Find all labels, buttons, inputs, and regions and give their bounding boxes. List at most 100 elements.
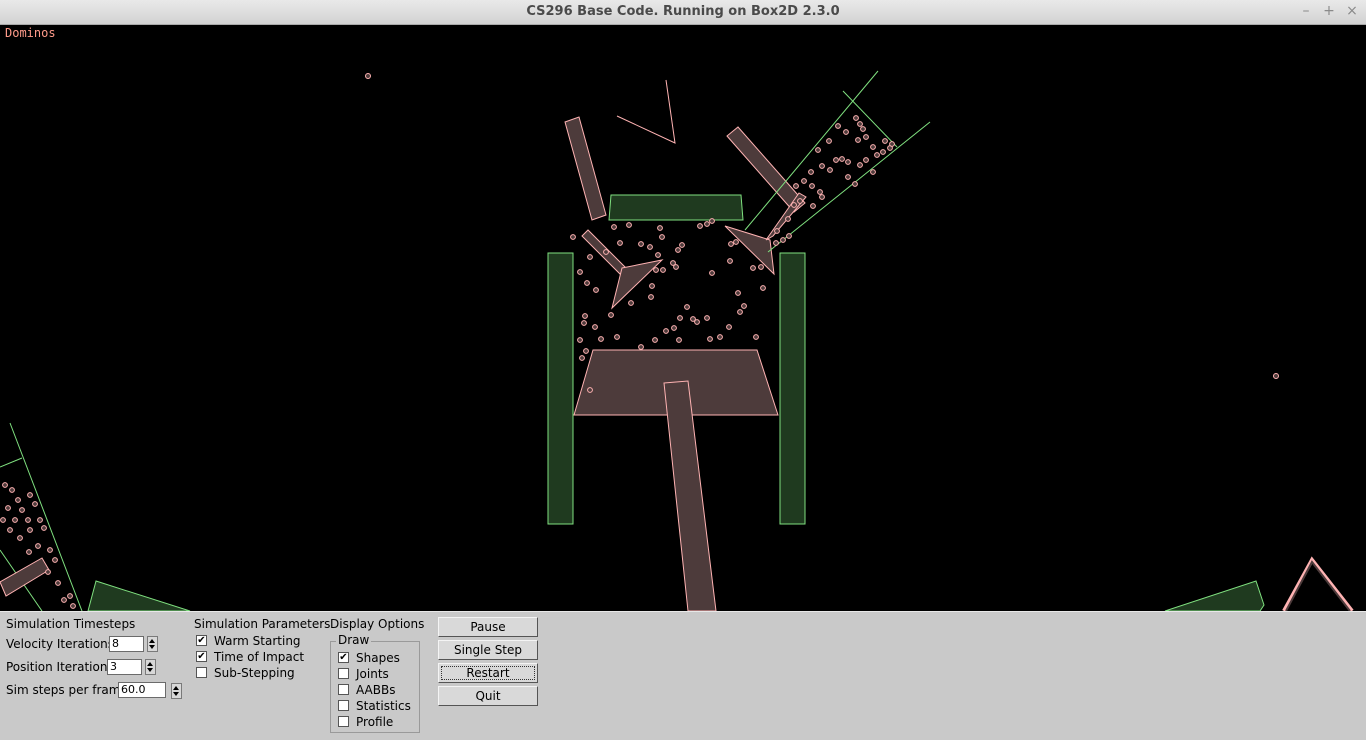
particle: [0, 517, 6, 523]
position-iterations-input[interactable]: 3: [107, 659, 142, 675]
particle: [793, 183, 799, 189]
particle: [2, 482, 8, 488]
particle: [675, 247, 681, 253]
particle: [583, 348, 589, 354]
particle: [45, 569, 51, 575]
checkbox-box[interactable]: [338, 684, 349, 695]
particle: [26, 549, 32, 555]
maximize-icon[interactable]: +: [1321, 3, 1337, 19]
particle: [653, 267, 659, 273]
particle: [598, 336, 604, 342]
particle: [659, 234, 665, 240]
close-icon[interactable]: ×: [1344, 3, 1360, 19]
chute-particle-cluster: [773, 115, 895, 246]
checkbox-box[interactable]: ✔: [338, 652, 349, 663]
particle: [25, 517, 31, 523]
particle: [717, 334, 723, 340]
restart-button[interactable]: Restart: [438, 663, 538, 683]
particle: [32, 501, 38, 507]
particle: [5, 505, 11, 511]
particle: [611, 224, 617, 230]
velocity-iterations-label: Velocity Iterations: [6, 637, 115, 651]
particle: [587, 254, 593, 260]
particle: [786, 233, 792, 239]
particle: [577, 269, 583, 275]
particle: [889, 141, 895, 147]
particle: [704, 221, 710, 227]
particle: [809, 183, 815, 189]
chute-line-3: [842, 90, 898, 148]
particle: [663, 328, 669, 334]
velocity-iterations-input[interactable]: 8: [109, 636, 144, 652]
particle: [638, 344, 644, 350]
timesteps-heading: Simulation Timesteps: [6, 617, 136, 631]
particle: [570, 234, 576, 240]
particle: [579, 355, 585, 361]
particle: [707, 336, 713, 342]
checkbox-label: Warm Starting: [214, 634, 301, 648]
particle: [577, 337, 583, 343]
particle: [709, 218, 715, 224]
sim-steps-spinner[interactable]: [171, 683, 182, 699]
particle: [657, 225, 663, 231]
right-paddle-triangle: [724, 225, 775, 276]
right-v-frame: [1282, 556, 1354, 611]
left-chute-line-2: [0, 457, 23, 468]
particle: [593, 287, 599, 293]
particle: [857, 121, 863, 127]
checkbox-box[interactable]: ✔: [196, 635, 207, 646]
minimize-icon[interactable]: –: [1298, 3, 1314, 19]
single-step-button[interactable]: Single Step: [438, 640, 538, 660]
particle: [863, 134, 869, 140]
particle: [61, 597, 67, 603]
particle: [860, 126, 866, 132]
pause-button[interactable]: Pause: [438, 617, 538, 637]
checkbox-box[interactable]: [338, 668, 349, 679]
particle: [853, 115, 859, 121]
control-panel: Simulation Timesteps Velocity Iterations…: [0, 611, 1366, 740]
particle: [727, 258, 733, 264]
title-bar: CS296 Base Code. Running on Box2D 2.3.0 …: [0, 0, 1366, 25]
top-platform: [608, 194, 744, 221]
checkbox-box[interactable]: [196, 667, 207, 678]
particle: [857, 162, 863, 168]
particle: [753, 334, 759, 340]
particle: [773, 240, 779, 246]
particle: [704, 315, 710, 321]
particle: [684, 304, 690, 310]
quit-button[interactable]: Quit: [438, 686, 538, 706]
position-iterations-label: Position Iterations: [6, 660, 114, 674]
checkbox-box[interactable]: [338, 716, 349, 727]
particle: [827, 167, 833, 173]
particle: [839, 156, 845, 162]
particle: [845, 174, 851, 180]
particle: [37, 517, 43, 523]
checkbox-label: Profile: [356, 715, 394, 729]
draw-group-label: Draw: [336, 633, 372, 647]
particle: [41, 525, 47, 531]
right-ground-slab: [1164, 580, 1265, 611]
simulation-canvas[interactable]: Dominos: [0, 25, 1366, 611]
particle: [660, 267, 666, 273]
particle: [882, 138, 888, 144]
checkbox-box[interactable]: [338, 700, 349, 711]
particle: [750, 265, 756, 271]
particle: [47, 547, 53, 553]
particle: [791, 202, 797, 208]
particle: [617, 240, 623, 246]
particle: [709, 270, 715, 276]
particle: [728, 241, 734, 247]
test-name-label: Dominos: [5, 26, 56, 40]
position-iterations-spinner[interactable]: [145, 659, 156, 675]
velocity-iterations-spinner[interactable]: [147, 636, 158, 652]
particle: [649, 283, 655, 289]
particle: [27, 492, 33, 498]
particle: [27, 527, 33, 533]
sim-steps-input[interactable]: 60.0: [118, 682, 166, 698]
particle: [12, 517, 18, 523]
particle: [17, 535, 23, 541]
particle: [870, 144, 876, 150]
checkbox-box[interactable]: ✔: [196, 651, 207, 662]
left-ground-slab: [87, 580, 191, 611]
particle: [677, 315, 683, 321]
